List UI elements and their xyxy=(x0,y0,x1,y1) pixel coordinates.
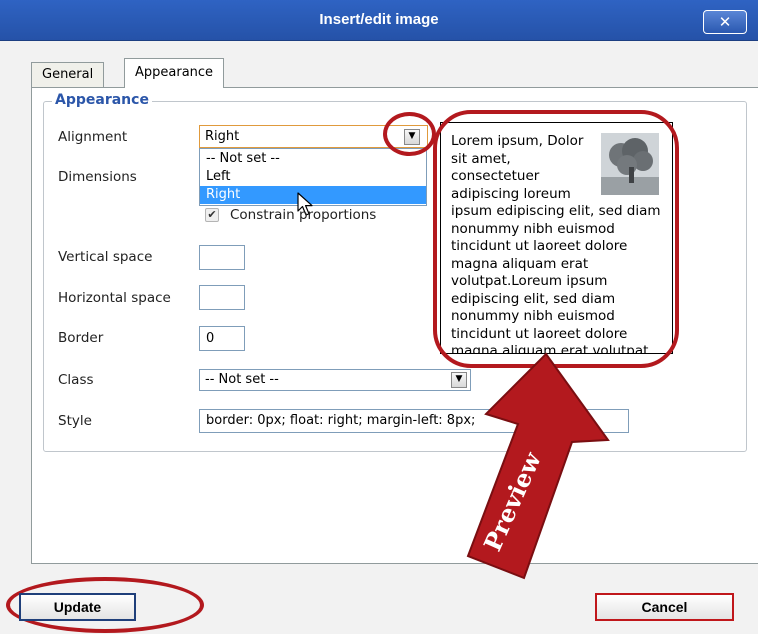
option-left[interactable]: Left xyxy=(200,168,426,186)
vertical-space-input[interactable] xyxy=(199,245,245,270)
preview-arrow-icon: Preview xyxy=(466,352,610,580)
annotation-circle-preview xyxy=(433,110,679,368)
update-button[interactable]: Update xyxy=(19,593,136,621)
cancel-button[interactable]: Cancel xyxy=(595,593,734,621)
dialog-window: Insert/edit image ✕ General Appearance A… xyxy=(0,0,758,634)
dimensions-label: Dimensions xyxy=(58,169,137,185)
style-label: Style xyxy=(58,413,92,429)
tab-appearance[interactable]: Appearance xyxy=(124,58,225,88)
vertical-space-label: Vertical space xyxy=(58,249,153,265)
dialog-title: Insert/edit image xyxy=(319,11,439,28)
class-label: Class xyxy=(58,372,94,388)
horizontal-space-input[interactable] xyxy=(199,285,245,310)
border-label: Border xyxy=(58,330,104,346)
tab-general[interactable]: General xyxy=(31,62,105,88)
alignment-select-value: Right xyxy=(205,129,240,144)
close-button[interactable]: ✕ xyxy=(703,10,747,34)
constrain-proportions-label: Constrain proportions xyxy=(230,207,377,223)
horizontal-space-label: Horizontal space xyxy=(58,290,171,306)
option-not-set[interactable]: -- Not set -- xyxy=(200,150,426,168)
constrain-proportions-checkbox[interactable]: ✔ xyxy=(205,208,219,222)
fieldset-legend: Appearance xyxy=(52,92,152,108)
border-input[interactable]: 0 xyxy=(199,326,245,351)
annotation-circle-dropdown-arrow xyxy=(383,112,436,156)
alignment-label: Alignment xyxy=(58,129,128,145)
class-select-value: -- Not set -- xyxy=(205,372,279,387)
